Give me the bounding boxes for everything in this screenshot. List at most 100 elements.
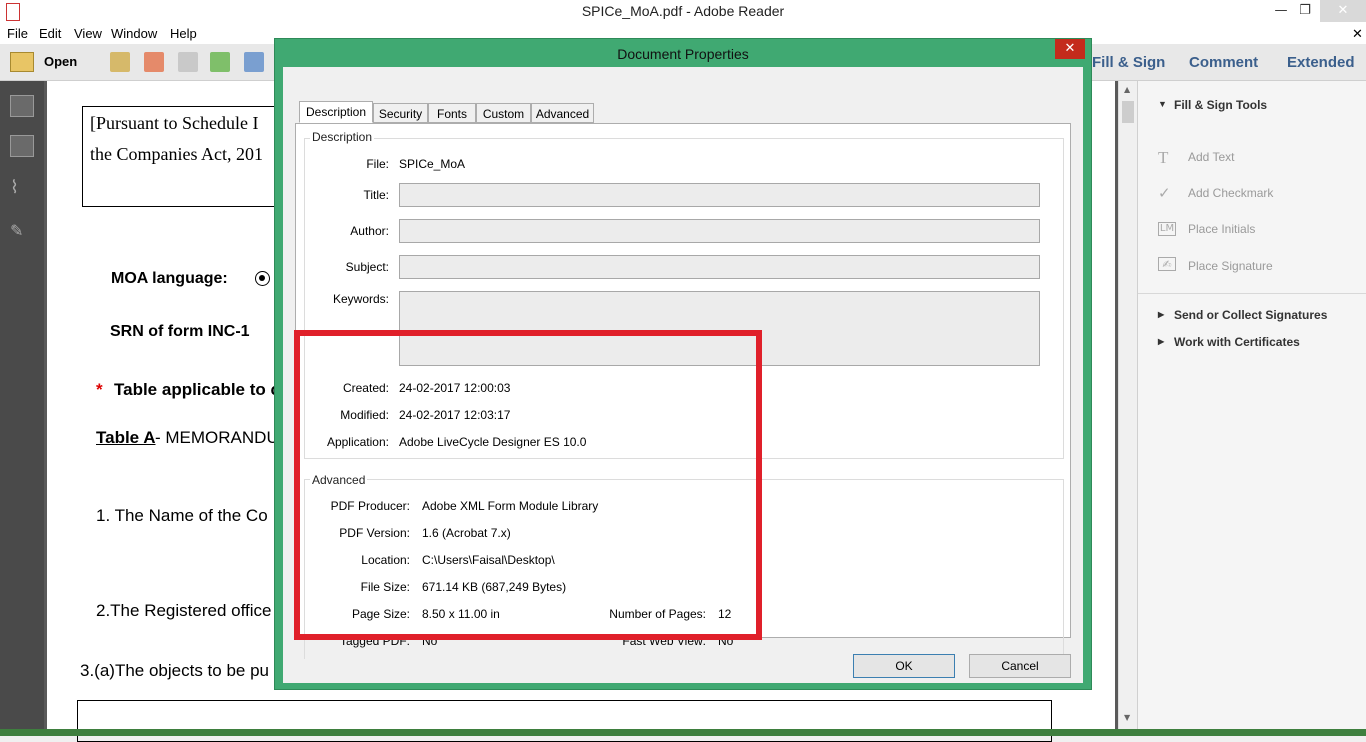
- tab-fill-sign[interactable]: Fill & Sign: [1092, 54, 1165, 71]
- maximize-button[interactable]: ❐: [1290, 0, 1320, 22]
- add-text-tool[interactable]: Add Text: [1188, 150, 1234, 164]
- application-label: Application:: [326, 435, 389, 449]
- page-size-value: 8.50 x 11.00 in: [422, 607, 500, 621]
- doc-line: 1. The Name of the Co: [96, 506, 268, 525]
- window-title-bar: SPICe_MoA.pdf - Adobe Reader — ❐ ✕: [0, 0, 1366, 24]
- save-icon[interactable]: [244, 52, 264, 72]
- tab-advanced[interactable]: Advanced: [531, 103, 594, 123]
- add-checkmark-tool[interactable]: Add Checkmark: [1188, 186, 1273, 200]
- work-with-certificates-header[interactable]: Work with Certificates: [1174, 335, 1300, 349]
- doc-line: [Pursuant to Schedule I: [90, 113, 259, 133]
- radio-button[interactable]: [255, 271, 270, 286]
- bookmarks-icon[interactable]: [10, 135, 34, 157]
- tagged-pdf-label: Tagged PDF:: [339, 634, 410, 648]
- vertical-scrollbar[interactable]: ▲ ▼: [1118, 81, 1137, 736]
- keywords-field[interactable]: [399, 291, 1040, 366]
- tab-extended[interactable]: Extended: [1287, 54, 1355, 71]
- tab-custom[interactable]: Custom: [476, 103, 531, 123]
- initials-icon: LM: [1158, 222, 1176, 236]
- signature-icon: ✍: [1158, 257, 1176, 271]
- doc-line: the Companies Act, 201: [90, 144, 263, 164]
- advanced-groupbox: [304, 479, 1064, 659]
- edit-icon[interactable]: [178, 52, 198, 72]
- title-field[interactable]: [399, 183, 1040, 207]
- send-collect-signatures-header[interactable]: Send or Collect Signatures: [1174, 308, 1327, 322]
- left-navigation-pane: ⌇ ✎: [0, 81, 44, 736]
- file-label: File:: [366, 157, 389, 171]
- file-size-label: File Size:: [360, 580, 410, 594]
- pdf-producer-value: Adobe XML Form Module Library: [422, 499, 599, 513]
- tab-description[interactable]: Description: [299, 101, 373, 123]
- text-icon: T: [1158, 148, 1169, 167]
- title-label: Title:: [363, 188, 389, 202]
- menu-edit[interactable]: Edit: [39, 26, 61, 41]
- description-tab-panel: Description File: SPICe_MoA Title: Autho…: [295, 123, 1071, 659]
- dialog-close-button[interactable]: ✕: [1055, 39, 1085, 59]
- dialog-title: Document Properties: [617, 46, 749, 62]
- keywords-label: Keywords:: [332, 292, 389, 306]
- signatures-icon[interactable]: ✎: [10, 221, 32, 241]
- tab-security[interactable]: Security: [373, 103, 428, 123]
- combine-files-icon[interactable]: [144, 52, 164, 72]
- page-size-label: Page Size:: [351, 607, 410, 621]
- window-title: SPICe_MoA.pdf - Adobe Reader: [581, 3, 785, 19]
- doc-line: 2.The Registered office: [96, 601, 272, 620]
- file-value: SPICe_MoA: [399, 157, 466, 171]
- cancel-button[interactable]: Cancel: [969, 654, 1071, 678]
- close-button[interactable]: ✕: [1320, 0, 1366, 22]
- pdf-version-value: 1.6 (Acrobat 7.x): [422, 526, 511, 540]
- doc-line: - MEMORANDU: [155, 428, 279, 447]
- pdf-producer-label: PDF Producer:: [330, 499, 410, 513]
- ok-button[interactable]: OK: [853, 654, 955, 678]
- menu-file[interactable]: File: [7, 26, 28, 41]
- menu-window[interactable]: Window: [111, 26, 157, 41]
- required-asterisk: *: [96, 380, 103, 399]
- dialog-body: Description Security Fonts Custom Advanc…: [283, 67, 1083, 683]
- scroll-down-icon[interactable]: ▼: [1124, 713, 1130, 722]
- location-label: Location:: [361, 553, 410, 567]
- open-folder-icon: [10, 52, 34, 72]
- page-thumbnails-icon[interactable]: [10, 95, 34, 117]
- fast-web-view-value: No: [718, 634, 734, 648]
- create-pdf-icon[interactable]: [110, 52, 130, 72]
- subject-label: Subject:: [345, 260, 389, 274]
- taskbar: [0, 729, 1366, 736]
- author-field[interactable]: [399, 219, 1040, 243]
- doc-line: 3.(a)The objects to be pu: [80, 661, 270, 680]
- open-button[interactable]: Open: [44, 54, 77, 69]
- close-document-icon[interactable]: ✕: [1352, 26, 1363, 42]
- collapsed-arrow-icon[interactable]: ▶: [1158, 337, 1164, 346]
- divider: [1138, 293, 1366, 294]
- created-label: Created:: [342, 381, 389, 395]
- tools-pane: ▼ Fill & Sign Tools T Add Text ✓ Add Che…: [1137, 81, 1366, 736]
- menu-help[interactable]: Help: [170, 26, 197, 41]
- description-group-label: Description: [310, 130, 375, 144]
- modified-value: 24-02-2017 12:03:17: [399, 408, 511, 422]
- expand-icon[interactable]: ▼: [1158, 99, 1167, 109]
- attachments-icon[interactable]: ⌇: [10, 177, 32, 198]
- subject-field[interactable]: [399, 255, 1040, 279]
- tab-comment[interactable]: Comment: [1189, 54, 1258, 71]
- collapsed-arrow-icon[interactable]: ▶: [1158, 310, 1164, 319]
- pdf-version-label: PDF Version:: [339, 526, 410, 540]
- place-initials-tool[interactable]: Place Initials: [1188, 222, 1255, 236]
- advanced-group-label: Advanced: [310, 473, 368, 487]
- tab-fonts[interactable]: Fonts: [428, 103, 476, 123]
- number-of-pages-value: 12: [718, 607, 732, 621]
- fill-sign-tools-header[interactable]: Fill & Sign Tools: [1174, 98, 1267, 112]
- modified-label: Modified:: [340, 408, 389, 422]
- fast-web-view-label: Fast Web View:: [622, 634, 706, 648]
- doc-line: SRN of form INC-1: [110, 323, 250, 340]
- menu-view[interactable]: View: [74, 26, 102, 41]
- document-properties-dialog: Document Properties ✕ Description Securi…: [274, 38, 1092, 690]
- created-value: 24-02-2017 12:00:03: [399, 381, 511, 395]
- scroll-thumb[interactable]: [1122, 101, 1134, 123]
- doc-line: Table A: [96, 428, 156, 447]
- doc-line: MOA language:: [111, 270, 228, 287]
- author-label: Author:: [350, 224, 389, 238]
- scroll-up-icon[interactable]: ▲: [1124, 85, 1130, 94]
- number-of-pages-label: Number of Pages:: [609, 607, 706, 621]
- place-signature-tool[interactable]: Place Signature: [1188, 259, 1273, 273]
- upload-icon[interactable]: [210, 52, 230, 72]
- application-value: Adobe LiveCycle Designer ES 10.0: [399, 435, 587, 449]
